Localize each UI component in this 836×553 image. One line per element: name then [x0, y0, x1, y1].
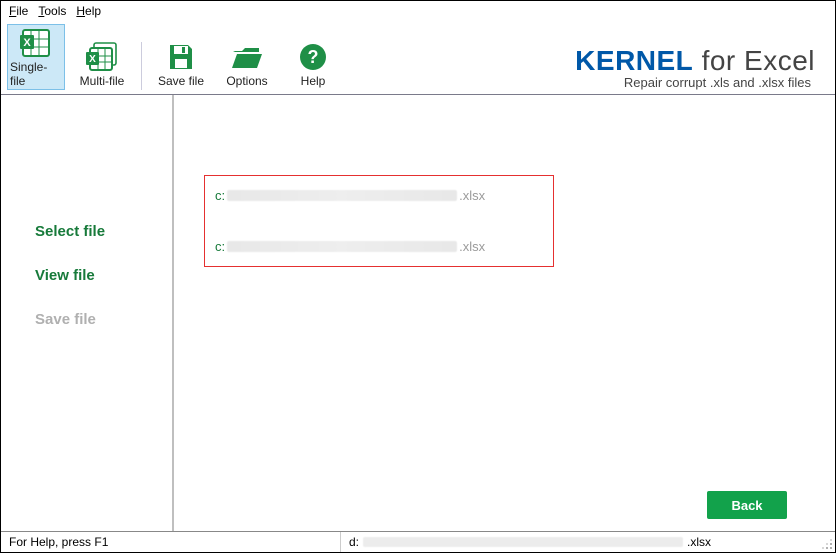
toolbar: X Single-file X Multi-file	[1, 21, 835, 94]
excel-multi-icon: X	[83, 41, 121, 73]
save-file-button[interactable]: Save file	[152, 38, 210, 90]
status-ext: .xlsx	[687, 535, 711, 549]
options-button[interactable]: Options	[218, 38, 276, 90]
drive-letter: c:	[215, 188, 225, 203]
help-button[interactable]: ? Help	[284, 38, 342, 90]
excel-single-icon: X	[17, 27, 55, 59]
svg-text:X: X	[89, 54, 96, 65]
back-button[interactable]: Back	[707, 491, 787, 519]
sidebar-select-file[interactable]: Select file	[35, 209, 172, 253]
sidebar: Select file View file Save file	[1, 95, 174, 531]
brand-rest: for Excel	[693, 45, 815, 76]
redacted-path	[227, 190, 457, 201]
file-path-row[interactable]: c: .xlsx	[215, 239, 543, 254]
menu-tools[interactable]: Tools	[38, 4, 66, 18]
status-help-text: For Help, press F1	[1, 532, 341, 552]
brand-strong: KERNEL	[575, 45, 693, 76]
drive-letter: c:	[215, 239, 225, 254]
tool-label: Multi-file	[80, 74, 125, 88]
folder-open-icon	[228, 41, 266, 73]
redacted-path	[227, 241, 457, 252]
toolbar-separator	[141, 42, 142, 90]
sidebar-save-file: Save file	[35, 297, 172, 341]
menu-help[interactable]: Help	[76, 4, 101, 18]
file-list-highlight: c: .xlsx c: .xlsx	[204, 175, 554, 267]
tool-label: Single-file	[10, 60, 62, 88]
menu-file[interactable]: File	[9, 4, 28, 18]
svg-text:?: ?	[308, 47, 319, 67]
save-icon	[162, 41, 200, 73]
file-extension: .xlsx	[459, 188, 485, 203]
svg-text:X: X	[23, 37, 31, 49]
content-pane: c: .xlsx c: .xlsx Back	[174, 95, 835, 531]
status-drive: d:	[349, 535, 359, 549]
single-file-button[interactable]: X Single-file	[7, 24, 65, 90]
sidebar-view-file[interactable]: View file	[35, 253, 172, 297]
tool-label: Options	[226, 74, 267, 88]
status-bar: For Help, press F1 d: .xlsx	[1, 531, 835, 552]
file-path-row[interactable]: c: .xlsx	[215, 188, 543, 203]
redacted-status-path	[363, 537, 683, 547]
multi-file-button[interactable]: X Multi-file	[73, 38, 131, 90]
menu-bar: File Tools Help	[1, 1, 835, 21]
tool-label: Save file	[158, 74, 204, 88]
resize-grip[interactable]	[819, 532, 835, 552]
back-button-label: Back	[731, 498, 762, 513]
main-area: Select file View file Save file c: .xlsx…	[1, 95, 835, 531]
brand-block: KERNEL for Excel Repair corrupt .xls and…	[575, 41, 829, 90]
help-icon: ?	[294, 41, 332, 73]
status-path: d: .xlsx	[341, 532, 819, 552]
brand-title: KERNEL for Excel	[575, 45, 815, 77]
file-extension: .xlsx	[459, 239, 485, 254]
brand-tagline: Repair corrupt .xls and .xlsx files	[575, 75, 815, 90]
tool-label: Help	[301, 74, 326, 88]
